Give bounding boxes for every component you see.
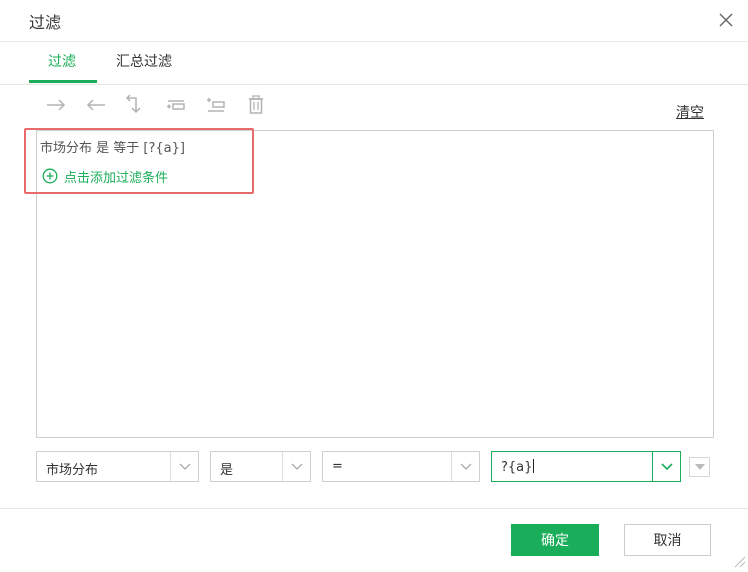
- add-condition-button[interactable]: 点击添加过滤条件: [42, 166, 168, 186]
- cancel-button[interactable]: 取消: [624, 524, 711, 556]
- chevron-down-icon: [660, 462, 673, 470]
- close-button[interactable]: [714, 8, 738, 32]
- insert-above-icon[interactable]: [164, 93, 188, 117]
- chevron-down-icon: [282, 452, 310, 481]
- operator-select[interactable]: =: [322, 451, 480, 482]
- logic-select-value: 是: [220, 463, 234, 478]
- tab-filter[interactable]: 过滤: [48, 51, 76, 71]
- resize-handle-icon[interactable]: [732, 553, 746, 568]
- text-caret: [533, 459, 535, 473]
- filter-condition-item[interactable]: 市场分布 是 等于 [?{a}]: [40, 137, 185, 156]
- operator-select-value: =: [332, 459, 343, 474]
- delete-icon[interactable]: [244, 93, 268, 117]
- field-select-value: 市场分布: [46, 463, 99, 478]
- value-input[interactable]: ?{a}: [491, 451, 653, 482]
- chevron-down-icon: [451, 452, 479, 481]
- dialog-title: 过滤: [29, 13, 62, 32]
- tab-bar: 过滤 汇总过滤: [0, 42, 748, 85]
- more-options-button[interactable]: [689, 457, 710, 477]
- active-tab-indicator: [29, 80, 97, 83]
- value-input-text: ?{a}: [501, 460, 533, 475]
- plus-circle-icon: [42, 168, 58, 184]
- indent-right-icon[interactable]: [44, 93, 68, 117]
- ok-button[interactable]: 确定: [511, 524, 599, 556]
- tab-summary-filter[interactable]: 汇总过滤: [116, 51, 172, 71]
- chevron-down-icon: [170, 452, 198, 481]
- insert-below-icon[interactable]: [204, 93, 228, 117]
- dialog-header: [0, 0, 748, 42]
- field-select[interactable]: 市场分布: [36, 451, 199, 482]
- indent-left-icon[interactable]: [84, 93, 108, 117]
- value-dropdown-button[interactable]: [652, 451, 681, 482]
- caret-down-icon: [694, 464, 705, 470]
- logic-select[interactable]: 是: [210, 451, 311, 482]
- add-condition-label: 点击添加过滤条件: [64, 170, 169, 186]
- clear-link[interactable]: 清空: [676, 102, 704, 122]
- close-icon: [719, 13, 733, 27]
- wrap-return-icon[interactable]: [124, 93, 148, 117]
